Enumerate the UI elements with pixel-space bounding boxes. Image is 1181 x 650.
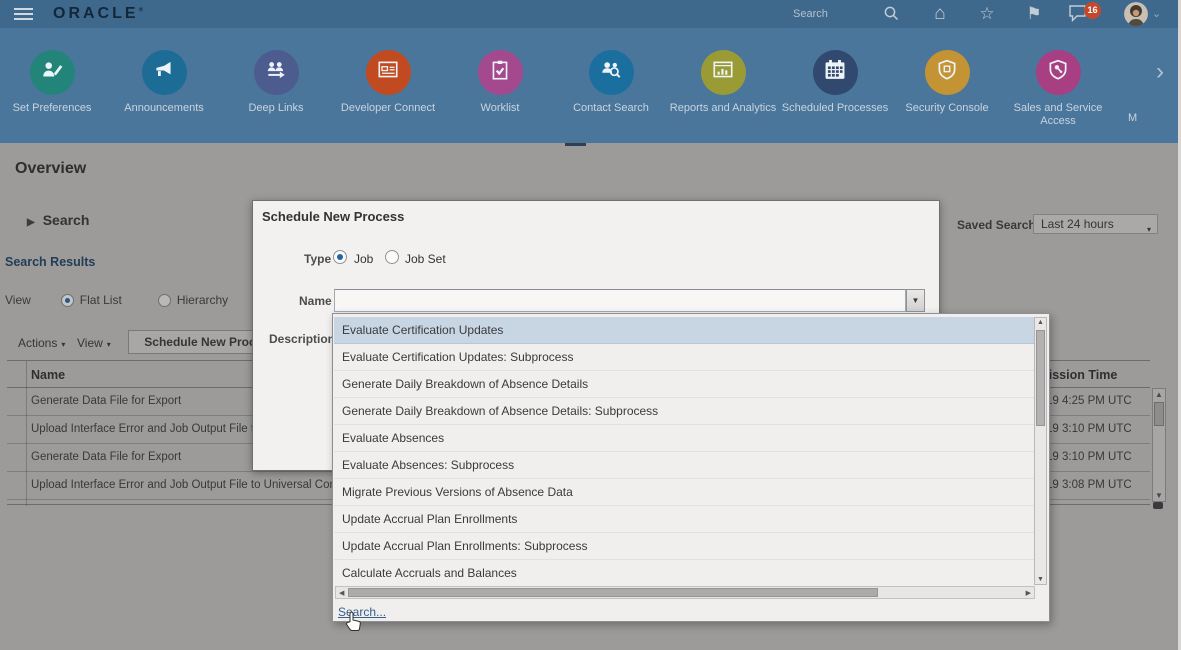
dialog-title: Schedule New Process (262, 209, 404, 224)
nav-scroll-right-icon[interactable]: › (1156, 58, 1164, 86)
view-mode-row: View Flat List Hierarchy (5, 293, 228, 307)
top-navigation-bar: ORACLE® Search ⌂ ☆ ⚑ 16 ⌄ (0, 0, 1181, 28)
user-avatar[interactable] (1124, 2, 1148, 26)
table-vertical-scrollbar[interactable]: ▲ ▼ (1152, 388, 1166, 502)
dropdown-item[interactable]: Migrate Previous Versions of Absence Dat… (334, 479, 1034, 506)
select-dropdown-icon: ▾ (1147, 221, 1151, 239)
search-results-heading: Search Results (5, 255, 95, 269)
dropdown-vertical-scrollbar[interactable]: ▲ ▼ (1034, 317, 1047, 585)
process-name-dropdown-list: Evaluate Certification Updates Evaluate … (332, 313, 1050, 622)
nav-scroll-indicator (565, 143, 586, 146)
mouse-hand-cursor (345, 611, 362, 637)
home-icon[interactable]: ⌂ (930, 4, 950, 24)
scroll-up-icon[interactable]: ▲ (1035, 319, 1046, 326)
flag-watchlist-icon[interactable]: ⚑ (1024, 4, 1044, 24)
job-radio-label: Job (354, 252, 373, 266)
app-window: ORACLE® Search ⌂ ☆ ⚑ 16 ⌄ Set Preference… (0, 0, 1181, 650)
scrollbar-thumb[interactable] (1036, 330, 1045, 426)
saved-search-label: Saved Search (957, 218, 1036, 232)
scrollbar-thumb[interactable] (1154, 402, 1164, 426)
dropdown-item[interactable]: Evaluate Absences (334, 425, 1034, 452)
nav-item-security-console[interactable]: Security Console (891, 50, 1003, 115)
scroll-right-icon[interactable]: ▶ (1026, 589, 1031, 597)
hierarchy-radio[interactable] (158, 294, 171, 307)
chart-window-icon (711, 58, 735, 87)
dropdown-item[interactable]: Generate Daily Breakdown of Absence Deta… (334, 398, 1034, 425)
search-icon[interactable] (881, 4, 901, 24)
scroll-up-icon[interactable]: ▲ (1153, 390, 1165, 399)
view-label: View (5, 293, 31, 307)
job-set-radio-label: Job Set (405, 252, 446, 266)
hamburger-menu-icon[interactable] (14, 8, 33, 20)
nav-item-reports-analytics[interactable]: Reports and Analytics (667, 50, 779, 115)
description-label: Description (269, 332, 335, 346)
hierarchy-label: Hierarchy (177, 293, 228, 307)
nav-item-set-preferences[interactable]: Set Preferences (0, 50, 108, 115)
job-set-radio[interactable] (385, 250, 399, 264)
global-search-input[interactable]: Search (793, 8, 828, 20)
nav-item-sales-service-access[interactable]: Sales and Service Access (1002, 50, 1114, 128)
search-section-toggle[interactable]: ▶Search (27, 212, 89, 228)
people-arrow-icon (264, 58, 288, 87)
scroll-left-icon[interactable]: ◀ (339, 589, 344, 597)
row-selector-column-divider (26, 361, 27, 506)
dropdown-horizontal-scrollbar[interactable]: ◀ ▶ (335, 586, 1035, 599)
combo-dropdown-icon: ▼ (912, 296, 920, 305)
shield-key-icon (1046, 58, 1070, 87)
name-label: Name (299, 294, 332, 308)
dropdown-item[interactable]: Evaluate Certification Updates: Subproce… (334, 344, 1034, 371)
notification-count-badge: 16 (1084, 2, 1101, 19)
scrollbar-thumb[interactable] (348, 588, 878, 597)
nav-item-announcements[interactable]: Announcements (108, 50, 220, 115)
contact-search-icon (599, 58, 623, 87)
dropdown-item[interactable]: Evaluate Certification Updates (334, 317, 1034, 344)
type-label: Type (304, 252, 331, 266)
nav-item-developer-connect[interactable]: Developer Connect (332, 50, 444, 115)
actions-menu[interactable]: Actions▾ (18, 336, 65, 350)
dropdown-item[interactable]: Update Accrual Plan Enrollments: Subproc… (334, 533, 1034, 560)
flat-list-radio[interactable] (61, 294, 74, 307)
person-pencil-icon (40, 58, 64, 87)
scrollbar-corner (1153, 502, 1163, 509)
nav-item-clipped-label[interactable]: M (1128, 112, 1137, 124)
nav-item-deep-links[interactable]: Deep Links (220, 50, 332, 115)
user-menu-chevron-icon[interactable]: ⌄ (1152, 7, 1161, 20)
view-menu[interactable]: View▾ (77, 336, 111, 350)
shield-icon (935, 58, 959, 87)
scroll-down-icon[interactable]: ▼ (1153, 491, 1165, 500)
flat-list-label: Flat List (80, 293, 122, 307)
megaphone-icon (152, 58, 176, 87)
nav-item-scheduled-processes[interactable]: Scheduled Processes (779, 50, 891, 115)
page-title: Overview (15, 160, 86, 178)
clipboard-check-icon (488, 58, 512, 87)
dropdown-item[interactable]: Generate Daily Breakdown of Absence Deta… (334, 371, 1034, 398)
job-radio[interactable] (333, 250, 347, 264)
calendar-icon (822, 57, 848, 88)
saved-search-select[interactable]: Last 24 hours ▾ (1033, 214, 1158, 234)
process-name-input[interactable] (334, 289, 906, 312)
browser-window-icon (376, 58, 400, 87)
dropdown-item[interactable]: Evaluate Absences: Subprocess (334, 452, 1034, 479)
dropdown-item[interactable]: Update Accrual Plan Enrollments (334, 506, 1034, 533)
dropdown-item[interactable]: Calculate Accruals and Balances (334, 560, 1034, 587)
scroll-down-icon[interactable]: ▼ (1035, 576, 1046, 583)
app-icon-band: Set Preferences Announcements Deep Links… (0, 28, 1181, 143)
actions-dropdown-icon: ▾ (61, 340, 65, 349)
name-column-header[interactable]: Name (31, 368, 65, 382)
nav-item-contact-search[interactable]: Contact Search (555, 50, 667, 115)
favorites-star-icon[interactable]: ☆ (977, 4, 997, 24)
expand-triangle-icon[interactable]: ▶ (27, 217, 35, 228)
oracle-logo: ORACLE® (53, 5, 143, 23)
nav-item-worklist[interactable]: Worklist (444, 50, 556, 115)
view-dropdown-icon: ▾ (107, 340, 111, 349)
name-combobox-button[interactable]: ▼ (906, 289, 925, 312)
